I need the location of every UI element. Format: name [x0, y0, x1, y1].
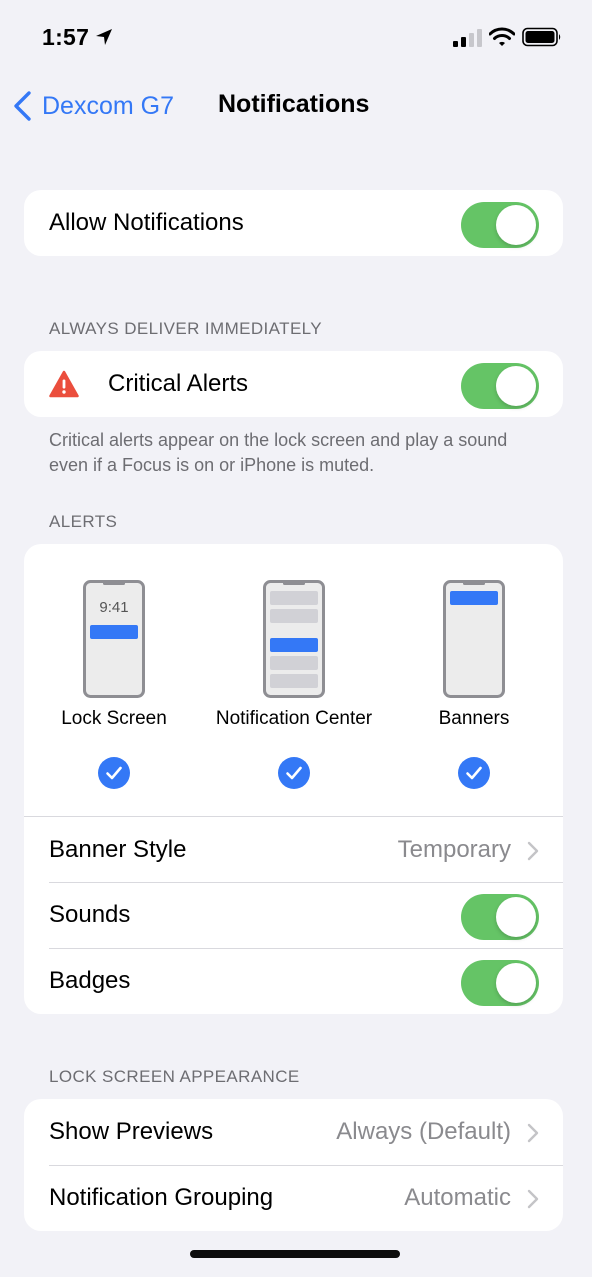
- critical-alerts-toggle[interactable]: [461, 363, 539, 409]
- show-previews-row[interactable]: Show Previews Always (Default): [24, 1099, 563, 1165]
- alert-style-label: Notification Center: [215, 708, 373, 729]
- alert-style-notification-center[interactable]: Notification Center: [204, 544, 384, 816]
- sounds-label: Sounds: [49, 901, 131, 928]
- status-bar: 1:57: [0, 0, 592, 76]
- status-time: 1:57: [42, 24, 90, 50]
- allow-notifications-label: Allow Notifications: [49, 209, 244, 236]
- alert-style-lock-screen[interactable]: 9:41 Lock Screen: [24, 544, 204, 816]
- battery-icon: [522, 27, 561, 47]
- chevron-right-icon: [527, 1189, 539, 1209]
- critical-alerts-label: Critical Alerts: [108, 370, 249, 397]
- navigation-bar: Dexcom G7 Notifications: [0, 76, 592, 136]
- cellular-signal-icon: [453, 29, 482, 47]
- lock-screen-appearance-header: LOCK SCREEN APPEARANCE: [49, 1067, 300, 1086]
- badges-label: Badges: [49, 967, 131, 994]
- banner-style-row[interactable]: Banner Style Temporary: [24, 816, 563, 882]
- back-button-label: Dexcom G7: [42, 91, 174, 120]
- alert-style-label: Lock Screen: [61, 708, 167, 729]
- checkmark-icon: [458, 757, 490, 789]
- allow-notifications-group: Allow Notifications: [24, 190, 563, 256]
- toggle-knob: [496, 963, 536, 1003]
- chevron-right-icon: [527, 841, 539, 861]
- show-previews-value: Always (Default): [336, 1118, 511, 1145]
- critical-alerts-footer: Critical alerts appear on the lock scree…: [49, 430, 508, 475]
- sounds-row: Sounds: [24, 882, 563, 948]
- banners-preview-icon: [443, 580, 505, 698]
- banner-style-value: Temporary: [397, 835, 511, 863]
- lock-screen-preview-icon: 9:41: [83, 580, 145, 698]
- alert-style-banners[interactable]: Banners: [384, 544, 563, 816]
- checkmark-icon: [278, 757, 310, 789]
- notification-center-preview-icon: [263, 580, 325, 698]
- chevron-left-icon: [14, 91, 31, 121]
- checkmark-icon: [98, 757, 130, 789]
- alerts-header: ALERTS: [49, 512, 118, 531]
- notification-grouping-value: Automatic: [404, 1184, 511, 1211]
- always-deliver-header: ALWAYS DELIVER IMMEDIATELY: [49, 319, 323, 338]
- home-indicator[interactable]: [190, 1250, 400, 1258]
- critical-alerts-row: Critical Alerts: [24, 351, 563, 417]
- alert-style-label: Banners: [438, 708, 510, 729]
- back-button[interactable]: Dexcom G7: [12, 88, 174, 124]
- toggle-knob: [496, 897, 536, 937]
- toggle-knob: [496, 205, 536, 245]
- warning-triangle-icon: [49, 370, 79, 398]
- chevron-right-icon: [527, 1123, 539, 1143]
- banner-style-label: Banner Style: [49, 835, 187, 863]
- alerts-group: 9:41 Lock Screen Notification Center Ban…: [24, 544, 563, 1014]
- allow-notifications-toggle[interactable]: [461, 202, 539, 248]
- page-title: Notifications: [218, 90, 370, 118]
- badges-row: Badges: [24, 948, 563, 1014]
- notification-grouping-label: Notification Grouping: [49, 1184, 274, 1211]
- toggle-knob: [496, 366, 536, 406]
- sounds-toggle[interactable]: [461, 894, 539, 940]
- notification-grouping-row[interactable]: Notification Grouping Automatic: [24, 1165, 563, 1231]
- allow-notifications-row: Allow Notifications: [24, 190, 563, 256]
- lock-screen-preview-time: 9:41: [99, 599, 128, 616]
- alert-style-picker: 9:41 Lock Screen Notification Center Ban…: [24, 544, 563, 816]
- show-previews-label: Show Previews: [49, 1118, 214, 1145]
- location-arrow-icon: [96, 29, 112, 45]
- badges-toggle[interactable]: [461, 960, 539, 1006]
- critical-alerts-group: Critical Alerts: [24, 351, 563, 417]
- lock-screen-appearance-group: Show Previews Always (Default) Notificat…: [24, 1099, 563, 1231]
- wifi-icon: [489, 27, 515, 46]
